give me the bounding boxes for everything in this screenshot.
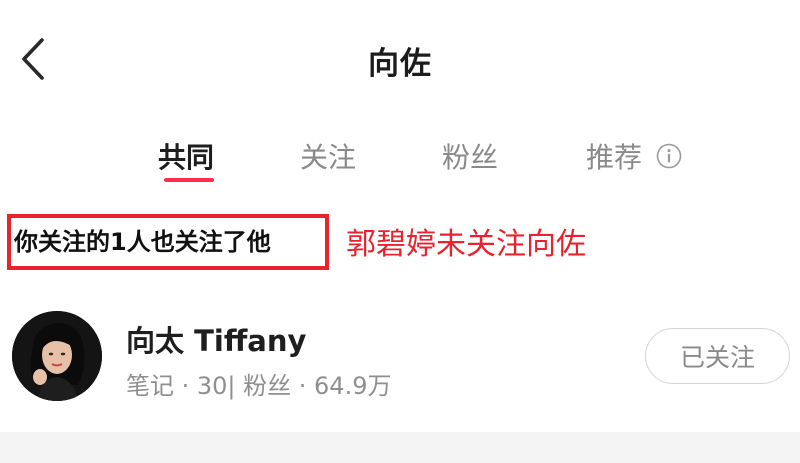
list-divider <box>0 432 800 463</box>
active-tab-indicator <box>164 178 214 182</box>
list-item[interactable]: 向太 Tiffany 笔记 · 30| 粉丝 · 64.9万 已关注 <box>0 300 800 416</box>
page-title: 向佐 <box>368 46 432 82</box>
avatar-photo <box>12 311 102 401</box>
tab-fans[interactable]: 粉丝 <box>442 136 498 176</box>
tab-common[interactable]: 共同 <box>158 136 214 176</box>
tab-following[interactable]: 关注 <box>300 136 356 176</box>
following-button[interactable]: 已关注 <box>645 328 790 384</box>
common-follow-text: 你关注的1人也关注了他 <box>14 228 271 256</box>
app-header: 向佐 <box>0 0 800 120</box>
info-circle-icon[interactable] <box>656 143 682 169</box>
avatar[interactable] <box>12 311 102 401</box>
user-stats: 笔记 · 30| 粉丝 · 64.9万 <box>126 372 392 400</box>
tab-recommend[interactable]: 推荐 <box>586 136 642 176</box>
user-name[interactable]: 向太 Tiffany <box>126 318 306 360</box>
annotation-text: 郭碧婷未关注向佐 <box>346 227 586 262</box>
